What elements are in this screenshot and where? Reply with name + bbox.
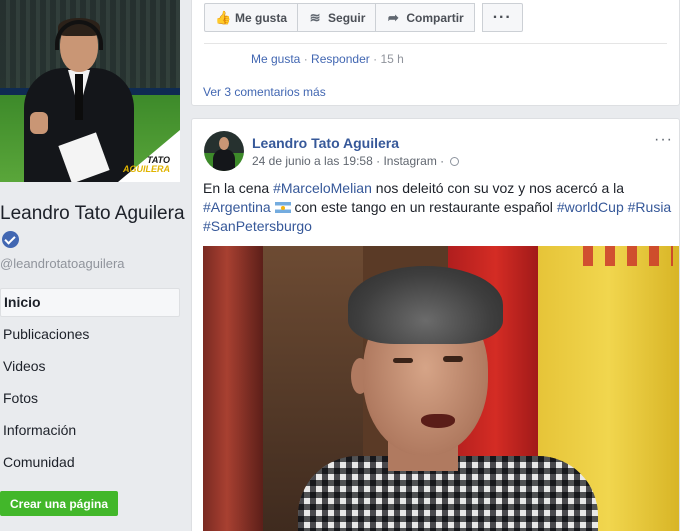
video-curtain: [203, 246, 263, 531]
separator: ·: [303, 52, 308, 66]
comment-time[interactable]: 15 h: [380, 52, 403, 66]
share-arrow-icon: ➦: [387, 9, 399, 25]
page-name-text[interactable]: Leandro Tato Aguilera: [0, 203, 185, 224]
separator: ·: [440, 154, 445, 168]
previous-post-card: 👍 Me gusta ≋ Seguir ➦ Compartir ··· Me g…: [191, 0, 680, 106]
comment-like-link[interactable]: Me gusta: [251, 52, 300, 66]
hashtag-link[interactable]: #Rusia: [628, 199, 672, 215]
video-person-eye: [443, 356, 463, 362]
post-options-button[interactable]: ···: [654, 131, 673, 149]
thumbs-up-hand: [30, 112, 48, 134]
post-text-segment: nos deleitó con su voz y nos acercó a la: [371, 180, 625, 196]
post-text-segment: con este tango en un restaurante español: [290, 199, 557, 215]
hashtag-link[interactable]: #worldCup: [557, 199, 624, 215]
video-person-hair: [348, 266, 503, 344]
comment-actions: Me gusta · Responder · 15 h: [251, 52, 404, 66]
globe-icon[interactable]: [449, 157, 459, 166]
more-options-button[interactable]: ···: [481, 3, 523, 32]
left-sidebar: TATO AGUILERA Leandro Tato Aguilera @lea…: [0, 0, 190, 531]
page-title[interactable]: Leandro Tato Aguilera: [0, 200, 186, 254]
post-card: Leandro Tato Aguilera 24 de junio a las …: [191, 118, 680, 531]
video-flag-crest: [583, 246, 673, 266]
create-page-button[interactable]: Crear una página: [0, 491, 119, 516]
argentina-flag-icon: [274, 202, 291, 213]
share-label: Compartir: [406, 10, 464, 25]
avatar-head: [219, 137, 229, 150]
post-author-link[interactable]: Leandro Tato Aguilera: [252, 135, 399, 151]
page-handle[interactable]: @leandrotatoaguilera: [0, 256, 125, 271]
post-action-bar: 👍 Me gusta ≋ Seguir ➦ Compartir ···: [204, 3, 523, 32]
video-person-eye: [393, 358, 413, 363]
comment-reply-link[interactable]: Responder: [311, 52, 370, 66]
view-more-comments-link[interactable]: Ver 3 comentarios más: [203, 85, 326, 99]
person-tie: [75, 74, 83, 120]
share-button[interactable]: ➦ Compartir: [375, 3, 475, 32]
post-source[interactable]: Instagram: [383, 154, 436, 168]
separator: ·: [376, 154, 381, 168]
page-nav: Inicio Publicaciones Videos Fotos Inform…: [0, 288, 180, 480]
post-text-segment: En la cena: [203, 180, 274, 196]
author-avatar[interactable]: [204, 131, 244, 171]
nav-item-comunidad[interactable]: Comunidad: [0, 448, 180, 480]
logo-line-2: AGUILERA: [123, 164, 170, 174]
nav-item-inicio[interactable]: Inicio: [0, 288, 180, 317]
like-label: Me gusta: [235, 10, 288, 25]
separator: ·: [373, 52, 378, 66]
post-video[interactable]: [203, 246, 679, 531]
follow-label: Seguir: [328, 10, 366, 25]
video-person-mouth: [421, 414, 455, 428]
divider: [204, 43, 667, 44]
verified-badge-icon: [2, 231, 19, 248]
profile-picture[interactable]: TATO AGUILERA: [0, 0, 180, 182]
rss-icon: ≋: [309, 9, 321, 25]
nav-item-informacion[interactable]: Información: [0, 416, 180, 448]
hashtag-link[interactable]: #SanPetersburgo: [203, 218, 312, 234]
post-text: En la cena #MarceloMelian nos deleitó co…: [203, 179, 680, 236]
hashtag-link[interactable]: #Argentina: [203, 199, 271, 215]
post-date[interactable]: 24 de junio a las 19:58: [252, 154, 373, 168]
nav-item-publicaciones[interactable]: Publicaciones: [0, 320, 180, 352]
hashtag-link[interactable]: #MarceloMelian: [273, 180, 372, 196]
nav-item-videos[interactable]: Videos: [0, 352, 180, 384]
tato-aguilera-logo: TATO AGUILERA: [123, 156, 170, 174]
post-meta: 24 de junio a las 19:58 · Instagram ·: [252, 154, 459, 168]
nav-item-fotos[interactable]: Fotos: [0, 384, 180, 416]
avatar-body: [213, 149, 235, 171]
thumbs-up-icon: 👍: [215, 9, 232, 25]
follow-button[interactable]: ≋ Seguir: [297, 3, 377, 32]
like-button[interactable]: 👍 Me gusta: [204, 3, 299, 32]
